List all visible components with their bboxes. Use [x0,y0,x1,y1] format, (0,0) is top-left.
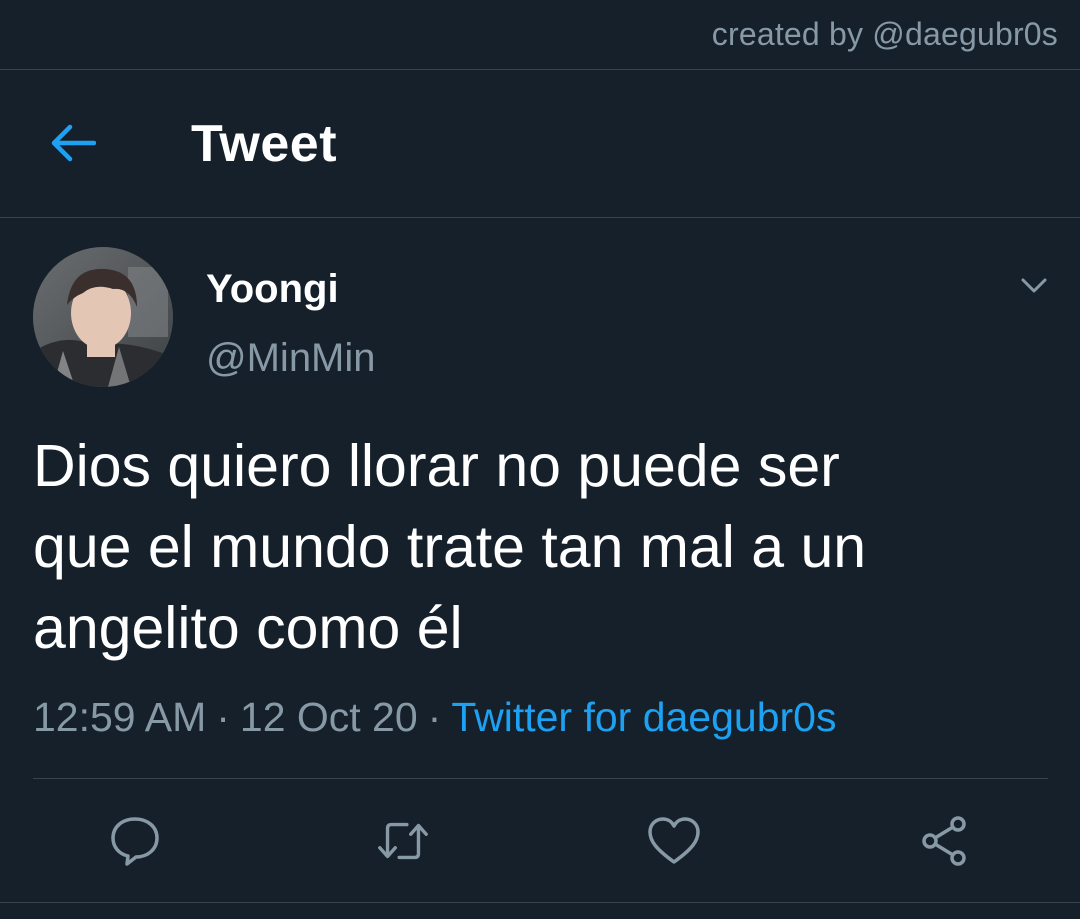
chevron-down-icon [1021,278,1047,293]
tweet-text: Dios quiero llorar no puede ser que el m… [33,433,867,661]
bottom-divider [0,902,1080,903]
tweet-options-button[interactable] [1014,268,1054,304]
retweet-icon [378,822,428,860]
comment-icon [111,817,159,866]
top-app-bar: Tweet [0,70,1080,217]
tweet-date: 12 Oct 20 [239,694,418,740]
meta-separator: · [427,694,442,740]
profile-photo [33,247,173,387]
back-button[interactable] [40,110,106,176]
retweet-button[interactable] [374,812,432,870]
tweet-metadata: 12:59 AM · 12 Oct 20 · Twitter for daegubr0s [33,694,836,741]
tweet-time: 12:59 AM [33,694,207,740]
heart-icon [648,817,700,864]
tweet-source-link[interactable]: Twitter for daegubr0s [451,694,836,740]
arrow-left-icon [51,124,96,162]
meta-separator: · [216,694,230,740]
page-title: Tweet [191,115,338,173]
author-display-name[interactable]: Yoongi [206,267,339,312]
like-button[interactable] [645,812,703,870]
avatar[interactable] [33,247,173,387]
header-bottom-divider [0,217,1080,218]
actions-divider [33,778,1048,779]
watermark-credit: created by @daegubr0s [711,16,1058,52]
share-button[interactable] [915,812,973,870]
reply-button[interactable] [106,812,164,870]
author-handle[interactable]: @MinMin [206,336,376,381]
share-icon [922,816,966,866]
